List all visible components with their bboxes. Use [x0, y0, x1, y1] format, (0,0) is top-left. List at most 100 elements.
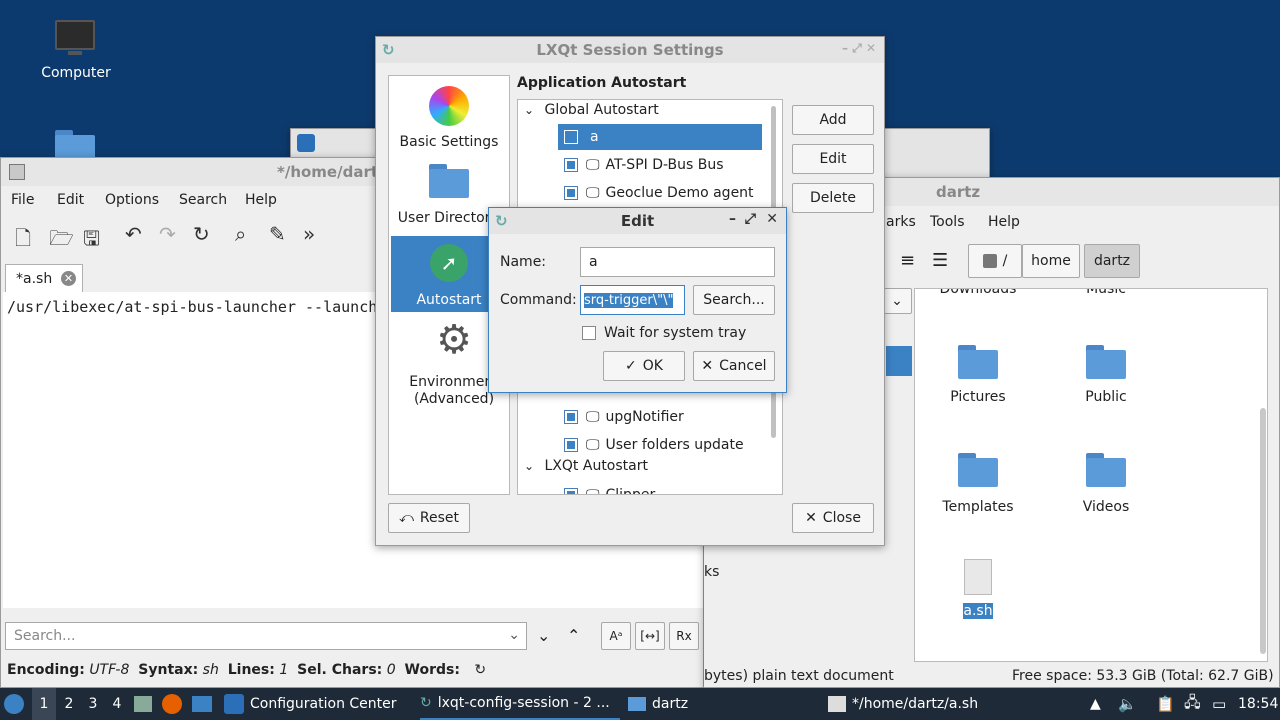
status-tail: bytes) plain text document [704, 668, 894, 684]
menu-options[interactable]: Options [105, 192, 159, 208]
close-window-icon[interactable]: ✕ [766, 211, 778, 227]
start-menu-icon[interactable] [4, 688, 28, 720]
ok-button[interactable]: ✓ OK [603, 351, 685, 381]
tree-group-global[interactable]: ⌄ Global Autostart [524, 102, 659, 118]
task-lxqt-config-session[interactable]: ↻ lxqt-config-session - 2 ... [420, 688, 620, 720]
close-tab-icon[interactable]: ✕ [61, 271, 76, 286]
desktop-1[interactable]: 1 [32, 688, 56, 720]
reload-icon[interactable]: ↻ [193, 222, 210, 246]
desktop-4[interactable]: 4 [106, 688, 128, 720]
minimize-icon[interactable]: – [729, 211, 736, 227]
volume-icon[interactable]: 🔈 [1118, 688, 1138, 720]
menu-bookmarks[interactable]: arks [886, 214, 916, 230]
icon-view-icon[interactable]: ≡ [900, 250, 915, 271]
search-prev-icon[interactable]: ⌃ [567, 626, 580, 645]
clock[interactable]: 18:54 [1238, 688, 1278, 720]
undo-icon[interactable]: ↶ [125, 222, 142, 246]
menu-edit[interactable]: Edit [57, 192, 84, 208]
tree-entry-geoclue[interactable]: 🖵 Geoclue Demo agent [558, 180, 754, 206]
redo-icon[interactable]: ↷ [159, 222, 176, 246]
desktop-2[interactable]: 2 [58, 688, 80, 720]
window-controls-icon[interactable]: – ⤢ ✕ [842, 41, 876, 56]
delete-button[interactable]: Delete [792, 183, 874, 213]
open-folder-icon[interactable]: 🗁 [49, 224, 74, 258]
location-dropdown[interactable]: ⌄ [882, 288, 912, 314]
command-search-button[interactable]: Search... [693, 285, 775, 315]
entry-checkbox[interactable] [564, 438, 578, 452]
dropdown-chevron-icon[interactable]: ⌄ [508, 627, 520, 643]
file-item-pictures[interactable]: Pictures [933, 345, 1023, 409]
show-desktop-icon[interactable] [192, 688, 216, 720]
desktop-computer-icon[interactable]: Computer [40, 20, 112, 86]
replace-icon[interactable]: ✎ [269, 222, 286, 246]
entry-checkbox[interactable] [564, 186, 578, 200]
regex-button[interactable]: Rx [669, 622, 699, 650]
tree-group-lxqt[interactable]: ⌄ LXQt Autostart [524, 458, 648, 474]
desktop-3[interactable]: 3 [82, 688, 104, 720]
file-manager-launcher-icon[interactable] [134, 688, 156, 720]
file-item-a-sh[interactable]: a.sh [933, 559, 1023, 629]
wait-for-tray-checkbox[interactable]: Wait for system tray [582, 325, 746, 341]
tree-entry-atspi[interactable]: 🖵 AT-SPI D-Bus Bus [558, 152, 724, 178]
file-item-music[interactable]: Music [1061, 289, 1151, 297]
find-icon[interactable]: ⌕ [235, 222, 246, 246]
tree-entry-clipper[interactable]: 🖵 Clipper [558, 482, 655, 494]
sel-value: 0 [386, 662, 396, 678]
task-editor[interactable]: */home/dartz/a.sh [828, 688, 1028, 720]
menu-tools[interactable]: Tools [930, 214, 965, 230]
list-view-icon[interactable]: ☰ [932, 250, 948, 271]
entry-checkbox[interactable] [564, 130, 578, 144]
edit-button[interactable]: Edit [792, 144, 874, 174]
path-root-button[interactable]: / [968, 244, 1022, 278]
network-icon[interactable]: 🖧 [1184, 688, 1204, 720]
task-configuration-center[interactable]: Configuration Center [224, 688, 414, 720]
menu-help[interactable]: Help [245, 192, 277, 208]
tree-entry-a[interactable]: a [558, 124, 762, 150]
whole-word-button[interactable]: [↔] [635, 622, 665, 650]
menu-help-fm[interactable]: Help [988, 214, 1020, 230]
file-item-templates[interactable]: Templates [933, 453, 1023, 517]
entry-checkbox[interactable] [564, 488, 578, 494]
tree-entry-userfolders[interactable]: 🖵 User folders update [558, 432, 744, 458]
search-next-icon[interactable]: ⌄ [537, 626, 550, 645]
file-item-videos[interactable]: Videos [1061, 453, 1151, 517]
clipboard-icon[interactable]: 📋 [1156, 688, 1176, 720]
editor-tab[interactable]: *a.sh ✕ [5, 264, 83, 292]
menu-file[interactable]: File [11, 192, 34, 208]
tray-update-icon[interactable]: ▲ [1090, 688, 1110, 720]
command-field[interactable]: srq-trigger\"\" [580, 285, 685, 315]
file-item-downloads[interactable]: Downloads [933, 289, 1023, 297]
new-file-icon[interactable]: 🗋 [15, 224, 31, 258]
syntax-value: sh [202, 662, 219, 678]
edit-dialog-titlebar[interactable]: ↻ Edit – ⤢ ✕ [489, 208, 786, 234]
reset-button[interactable]: ⤺ Reset [388, 503, 470, 533]
cancel-button[interactable]: ✕ Cancel [693, 351, 775, 381]
path-dartz-button[interactable]: dartz [1084, 244, 1140, 278]
close-button[interactable]: ✕ Close [792, 503, 874, 533]
refresh-words-icon[interactable]: ↻ [474, 662, 486, 678]
cancel-icon: ✕ [701, 358, 714, 374]
entry-checkbox[interactable] [564, 410, 578, 424]
name-field[interactable]: a [580, 247, 775, 277]
scrollbar[interactable] [1260, 408, 1266, 654]
menu-search[interactable]: Search [179, 192, 227, 208]
match-case-button[interactable]: Aᵃ [601, 622, 631, 650]
path-home-button[interactable]: home [1022, 244, 1080, 278]
editor-search-input[interactable]: Search... ⌄ [5, 622, 527, 650]
desktop-computer-label: Computer [41, 65, 111, 81]
add-button[interactable]: Add [792, 105, 874, 135]
tree-entry-upgnotifier[interactable]: 🖵 upgNotifier [558, 404, 684, 430]
sidebar-selection[interactable] [886, 346, 912, 376]
desktop-home-folder-icon[interactable] [55, 130, 95, 164]
sidebar-item-basic[interactable]: Basic Settings [389, 80, 509, 158]
monitor-icon: 🖵 [586, 409, 600, 425]
entry-checkbox[interactable] [564, 158, 578, 172]
firefox-icon[interactable] [162, 688, 186, 720]
save-icon[interactable]: 🖫 [83, 224, 100, 258]
wait-checkbox-box[interactable] [582, 326, 596, 340]
task-dartz[interactable]: dartz [628, 688, 748, 720]
file-item-public[interactable]: Public [1061, 345, 1151, 409]
maximize-icon[interactable]: ⤢ [745, 211, 756, 227]
session-titlebar[interactable]: ↻ LXQt Session Settings – ⤢ ✕ [376, 37, 884, 63]
more-chevron-icon[interactable]: » [303, 222, 315, 246]
